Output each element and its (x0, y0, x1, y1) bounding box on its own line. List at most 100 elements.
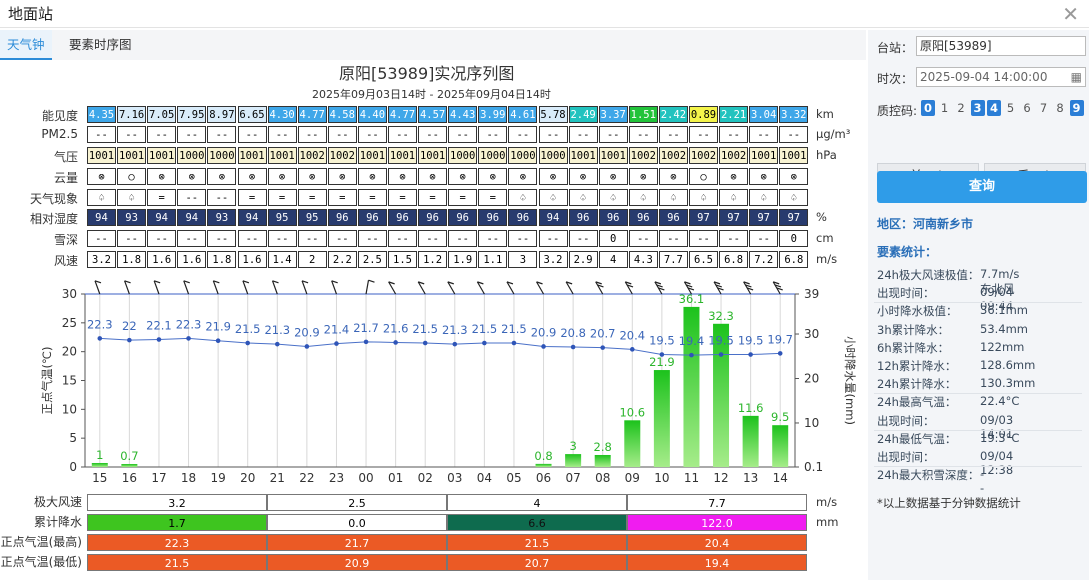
y-tick-label: 30 (62, 287, 77, 301)
stat-key: 24h极大风速极值： (877, 268, 980, 282)
rain-label: 32.3 (708, 309, 734, 323)
wind-barb-icon (94, 280, 102, 295)
table-cell: 1.51 (628, 106, 658, 123)
qc-code-toggle[interactable]: 3 (970, 100, 985, 116)
wind-barb-icon (506, 281, 515, 295)
temperature-label: 21.9 (205, 320, 231, 334)
rain-label: 3 (569, 439, 576, 453)
table-cell: -- (568, 230, 598, 247)
table-cell: 3.37 (598, 106, 628, 123)
table-cell: 96 (478, 209, 508, 226)
temperature-point (629, 347, 635, 352)
temperature-point (570, 344, 576, 350)
region-text: 地区：河南新乡市 (877, 217, 974, 231)
table-cell: = (448, 189, 478, 206)
y-tick-label: 25 (62, 316, 77, 330)
qc-code-toggle[interactable]: 7 (1037, 100, 1051, 116)
x-tick-label: 11 (684, 471, 699, 485)
temperature-point (363, 339, 369, 345)
summary-cell: 20.4 (627, 534, 807, 551)
temperature-point (600, 345, 606, 350)
close-icon[interactable]: ✕ (1062, 2, 1079, 26)
table-cell: 1001 (598, 147, 628, 164)
rain-bar (565, 454, 582, 467)
table-cell: 4.30 (267, 106, 297, 123)
y-axis-title: 正点气温(℃) (40, 347, 54, 415)
table-cell: = (418, 189, 448, 206)
tab-weather-clock[interactable]: 天气钟 (0, 30, 52, 60)
qc-label: 质控码: (877, 104, 918, 118)
wind-barb-icon (476, 281, 485, 295)
wind-barb-icon (271, 280, 279, 295)
qc-code-toggle[interactable]: 6 (1020, 100, 1034, 116)
x-tick-label: 18 (181, 471, 196, 485)
station-input[interactable]: 原阳[53989] (916, 36, 1086, 56)
qc-code-toggle[interactable]: 1 (938, 100, 952, 116)
table-cell: 1000 (177, 147, 207, 164)
stat-line: 小时降水极值： 36.1mm (877, 303, 1028, 319)
table-cell: 7.2 (749, 251, 779, 268)
barb-staff (365, 280, 370, 295)
qc-code-toggle[interactable]: 5 (1004, 100, 1018, 116)
qc-code-toggle[interactable]: 8 (1053, 100, 1067, 116)
table-cell: 96 (568, 209, 598, 226)
rain-label: 0.7 (120, 449, 138, 463)
stat-line: 24h最低气温： 19.3°C (877, 431, 1019, 447)
table-cell: ⊗ (147, 168, 177, 185)
table-cell: -- (117, 230, 147, 247)
table-cell: ⊗ (177, 168, 207, 185)
time-input[interactable]: 2025-09-04 14:00:00 ▦ (916, 67, 1086, 87)
table-cell: 1001 (568, 147, 598, 164)
temperature-point (215, 338, 221, 344)
table-cell: 2.42 (658, 106, 688, 123)
qc-code-toggle[interactable]: 2 (954, 100, 968, 116)
table-cell: -- (779, 126, 809, 143)
summary-cell: 21.7 (267, 534, 447, 551)
table-cell: ♤ (628, 189, 658, 206)
qc-code-toggle[interactable]: 4 (987, 100, 1001, 116)
temperature-label: 22.1 (146, 319, 172, 333)
temperature-label: 19.7 (767, 332, 793, 346)
table-cell: 95 (297, 209, 327, 226)
table-cell: -- (147, 126, 177, 143)
table-cell: ⊗ (658, 168, 688, 185)
row-label: 气压 (53, 150, 78, 164)
stat-line: 6h累计降水： 122mm (877, 340, 1024, 356)
temperature-point (452, 341, 458, 347)
table-cell: ⊗ (598, 168, 628, 185)
rain-label: 10.6 (619, 405, 645, 419)
query-button[interactable]: 查询 (877, 171, 1087, 203)
calendar-icon[interactable]: ▦ (1071, 68, 1082, 86)
stat-key: 小时降水极值： (877, 304, 958, 319)
wind-barb-icon (242, 280, 250, 295)
table-cell: ⊗ (719, 168, 749, 185)
wind-barb-icon (124, 280, 131, 295)
qc-code-toggle[interactable]: 9 (1069, 100, 1084, 116)
rain-bar (772, 425, 789, 467)
temperature-label: 20.9 (531, 325, 557, 339)
stat-key: 出现时间： (877, 413, 935, 428)
rain-bar (624, 420, 641, 467)
table-cell: 2.2 (327, 251, 357, 268)
x-tick-label: 10 (654, 471, 669, 485)
tab-element-timeseries[interactable]: 要素时序图 (62, 30, 139, 60)
table-cell: -- (327, 126, 357, 143)
table-cell: 2.9 (568, 251, 598, 268)
table-cell: 3 (508, 251, 538, 268)
table-cell: 2.49 (568, 106, 598, 123)
table-cell: ⊗ (297, 168, 327, 185)
temperature-label: 21.3 (442, 323, 468, 337)
temperature-point (334, 341, 339, 346)
table-cell: = (147, 189, 177, 206)
wind-barb-icon (183, 280, 190, 295)
qc-code-toggle[interactable]: 0 (921, 100, 935, 116)
stat-key: 6h累计降水： (877, 340, 950, 355)
stat-value: 130.3mm (980, 376, 1036, 391)
table-cell: ♤ (658, 189, 688, 206)
rain-bar (535, 463, 552, 467)
table-cell: 4.35 (87, 106, 116, 123)
table-cell: 96 (357, 209, 387, 226)
temperature-point (748, 352, 753, 357)
x-tick-label: 13 (743, 471, 758, 485)
table-cell: ♤ (749, 189, 779, 206)
